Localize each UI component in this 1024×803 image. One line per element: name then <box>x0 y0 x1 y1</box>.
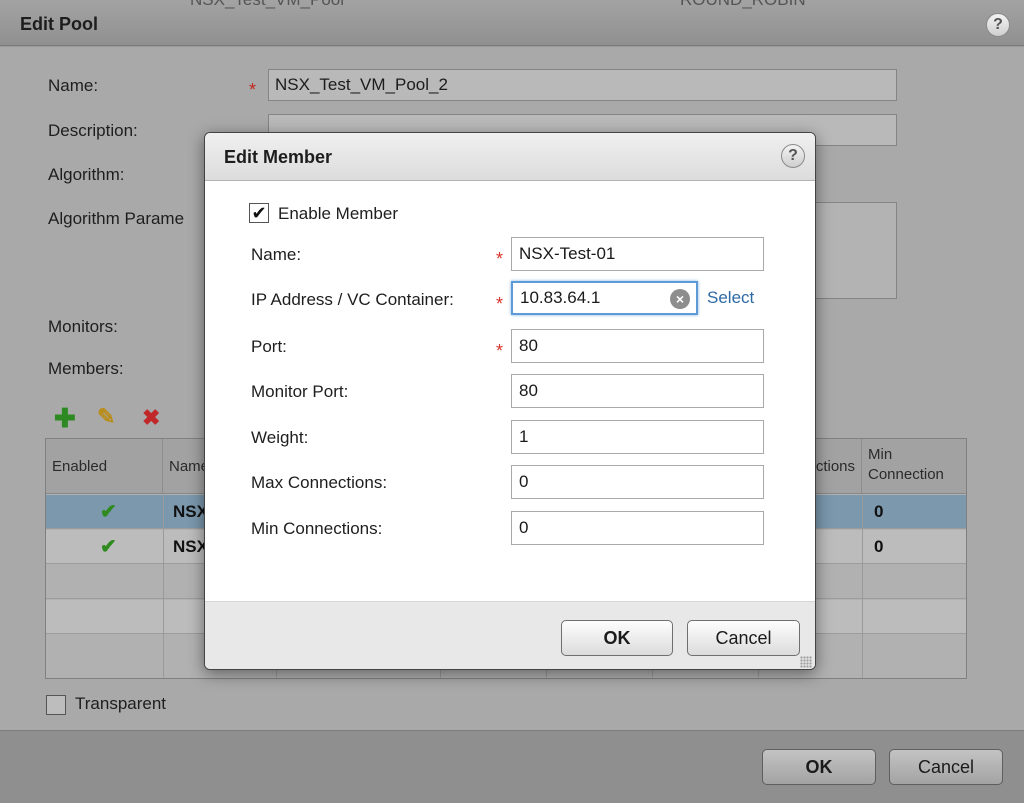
algorithm-params-label: Algorithm Parame <box>48 209 185 228</box>
edit-member-footer: OK Cancel <box>205 601 815 669</box>
description-label: Description: <box>48 121 138 140</box>
enable-member-label: Enable Member <box>278 204 399 223</box>
clear-icon[interactable]: × <box>670 289 690 309</box>
edit-member-title: Edit Member <box>224 147 333 167</box>
members-label: Members: <box>48 359 124 378</box>
column-divider <box>862 494 863 678</box>
edit-pool-title: Edit Pool <box>20 14 98 34</box>
pool-name-label: Name: <box>48 76 99 95</box>
port-label: Port: <box>251 337 287 356</box>
member-cancel-button[interactable]: Cancel <box>687 620 800 656</box>
edit-member-icon[interactable]: ✎ <box>97 404 115 430</box>
help-icon[interactable]: ? <box>781 144 805 168</box>
member-name-cell: NSX <box>173 502 208 521</box>
pool-name-field[interactable]: NSX_Test_VM_Pool_2 <box>268 69 897 101</box>
monitor-port-input[interactable] <box>511 374 764 408</box>
min-connections-input[interactable] <box>511 511 764 545</box>
add-member-icon[interactable]: ✚ <box>54 403 76 434</box>
required-icon: * <box>496 341 504 361</box>
port-input[interactable] <box>511 329 764 363</box>
min-connections-cell: 0 <box>874 502 884 521</box>
header-enabled[interactable]: Enabled <box>46 439 163 494</box>
help-icon[interactable]: ? <box>986 13 1010 37</box>
edit-member-dialog: Edit Member ? ✔ Enable Member Name: * IP… <box>204 132 816 670</box>
column-divider <box>163 494 164 678</box>
transparent-label: Transparent <box>75 694 167 713</box>
min-connections-cell: 0 <box>874 537 884 556</box>
monitors-label: Monitors: <box>48 317 118 336</box>
edit-pool-titlebar: NSX_Test_VM_Pool ROUND_ROBIN Edit Pool ? <box>0 0 1024 46</box>
header-min-connections[interactable]: Min Connection <box>862 439 966 494</box>
member-ok-button[interactable]: OK <box>561 620 673 656</box>
weight-label: Weight: <box>251 428 309 447</box>
member-name-cell: NSX <box>173 537 208 556</box>
enabled-check-icon: ✔ <box>100 501 117 523</box>
background-pool-name: NSX_Test_VM_Pool <box>190 0 344 10</box>
ip-address-label: IP Address / VC Container: <box>251 290 454 309</box>
select-link[interactable]: Select <box>707 288 754 308</box>
enabled-check-icon: ✔ <box>100 536 117 558</box>
weight-input[interactable] <box>511 420 764 454</box>
background-algorithm: ROUND_ROBIN <box>680 0 806 10</box>
required-icon: * <box>496 249 504 269</box>
min-connections-label: Min Connections: <box>251 519 383 538</box>
monitor-port-label: Monitor Port: <box>251 382 349 401</box>
delete-member-icon[interactable]: ✖ <box>142 405 160 431</box>
edit-member-titlebar: Edit Member ? <box>205 133 815 181</box>
pool-cancel-button[interactable]: Cancel <box>889 749 1003 785</box>
member-name-label: Name: <box>251 245 302 264</box>
required-icon: * <box>249 80 257 100</box>
enable-member-checkbox[interactable]: ✔ <box>249 203 269 223</box>
max-connections-label: Max Connections: <box>251 473 388 492</box>
resize-grip-icon[interactable] <box>800 656 812 668</box>
required-icon: * <box>496 294 504 314</box>
algorithm-label: Algorithm: <box>48 165 125 184</box>
member-name-input[interactable] <box>511 237 764 271</box>
pool-ok-button[interactable]: OK <box>762 749 876 785</box>
transparent-checkbox[interactable] <box>46 695 66 715</box>
max-connections-input[interactable] <box>511 465 764 499</box>
